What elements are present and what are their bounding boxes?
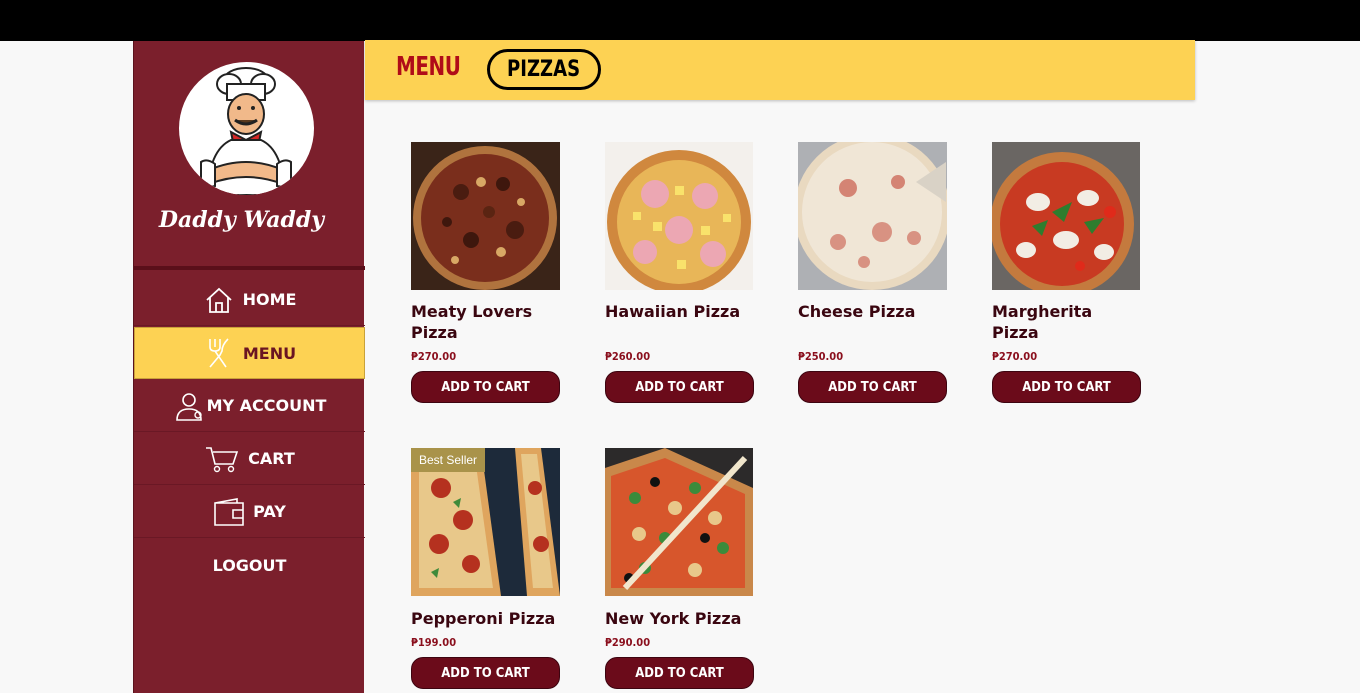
product-card-cheese: Cheese Pizza ₱250.00 ADD TO CART — [798, 142, 947, 403]
utensils-icon — [203, 337, 235, 369]
add-to-cart-button[interactable]: ADD TO CART — [798, 371, 947, 403]
product-card-meaty-lovers: Meaty Lovers Pizza ₱270.00 ADD TO CART — [411, 142, 560, 403]
product-name: Pepperoni Pizza — [411, 609, 556, 628]
product-card-pepperoni: Best Seller Pepperoni Pizza ₱199.00 ADD … — [411, 448, 560, 689]
sidebar-item-menu[interactable]: MENU — [134, 327, 365, 379]
brand-name: Daddy Waddy — [158, 207, 325, 233]
pizza-image[interactable] — [992, 142, 1141, 290]
add-to-cart-button[interactable]: ADD TO CART — [411, 371, 560, 403]
pizza-image[interactable] — [798, 142, 947, 290]
add-to-cart-button[interactable]: ADD TO CART — [992, 371, 1141, 403]
pizza-image[interactable]: Best Seller — [411, 448, 560, 596]
sidebar: Daddy Waddy HOME MENU MY ACCOUNT CART PA… — [133, 41, 365, 693]
pizza-image[interactable] — [605, 142, 754, 290]
wallet-icon — [213, 496, 245, 528]
add-to-cart-button[interactable]: ADD TO CART — [605, 657, 754, 689]
product-name: Cheese Pizza — [798, 302, 916, 321]
product-price: ₱250.00 — [798, 350, 844, 363]
tab-pizzas[interactable]: PIZZAS — [487, 49, 601, 90]
best-seller-badge: Best Seller — [411, 448, 486, 472]
sidebar-item-label: HOME — [242, 290, 297, 309]
browser-top-bar — [0, 0, 1360, 41]
sidebar-item-home[interactable]: HOME — [134, 274, 365, 326]
product-name: Hawaiian Pizza — [605, 302, 741, 321]
product-price: ₱260.00 — [605, 350, 651, 363]
add-to-cart-button[interactable]: ADD TO CART — [605, 371, 754, 403]
product-name: New York Pizza — [605, 609, 742, 628]
cart-icon — [204, 443, 240, 475]
product-price: ₱290.00 — [605, 636, 651, 649]
pizza-image[interactable] — [411, 142, 560, 290]
product-price: ₱199.00 — [411, 636, 457, 649]
pizza-image[interactable] — [605, 448, 754, 596]
product-price: ₱270.00 — [992, 350, 1038, 363]
sidebar-item-logout[interactable]: LOGOUT — [134, 539, 365, 591]
sidebar-item-cart[interactable]: CART — [134, 433, 365, 485]
user-icon — [173, 390, 205, 422]
home-icon — [203, 284, 235, 316]
sidebar-divider — [134, 266, 365, 270]
product-price: ₱270.00 — [411, 350, 457, 363]
sidebar-item-label: LOGOUT — [212, 555, 287, 575]
sidebar-item-pay[interactable]: PAY — [134, 486, 365, 538]
chef-logo[interactable] — [179, 62, 314, 195]
add-to-cart-button[interactable]: ADD TO CART — [411, 657, 560, 689]
sidebar-item-label: PAY — [253, 502, 286, 521]
product-card-new-york: New York Pizza ₱290.00 ADD TO CART — [605, 448, 754, 689]
product-card-hawaiian: Hawaiian Pizza ₱260.00 ADD TO CART — [605, 142, 754, 403]
product-name: Margherita Pizza — [992, 302, 1093, 342]
product-name: Meaty Lovers Pizza — [411, 302, 533, 342]
sidebar-item-label: MENU — [242, 343, 297, 363]
menu-header: MENU PIZZAS — [365, 40, 1195, 100]
sidebar-item-label: CART — [248, 449, 295, 468]
sidebar-item-my-account[interactable]: MY ACCOUNT — [134, 380, 365, 432]
sidebar-item-label: MY ACCOUNT — [206, 396, 327, 415]
page-title: MENU — [396, 52, 461, 82]
product-card-margherita: Margherita Pizza ₱270.00 ADD TO CART — [992, 142, 1141, 403]
